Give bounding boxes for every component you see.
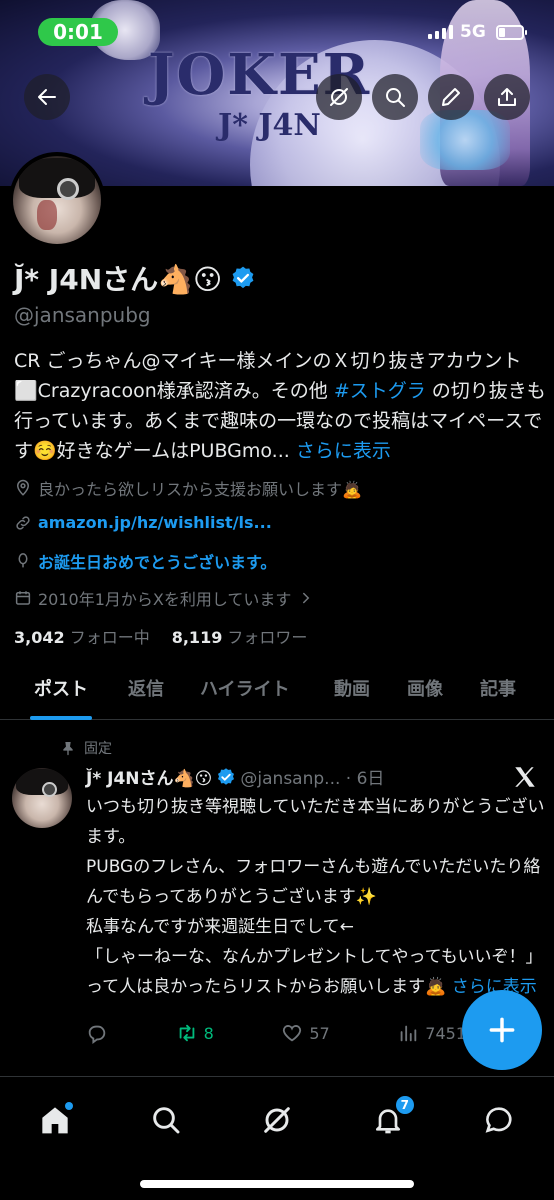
search-icon <box>386 88 405 107</box>
home-indicator <box>140 1180 414 1188</box>
nav-search[interactable] <box>146 1100 186 1140</box>
follow-counts: 3,042 フォロー中 8,119 フォロワー <box>14 624 307 648</box>
views-button[interactable]: 7451 <box>397 1022 466 1044</box>
tab-replies[interactable]: 返信 <box>128 668 164 720</box>
post-actions: 8 57 7451 <box>86 1022 466 1044</box>
plus-icon <box>489 1017 515 1043</box>
followers-link[interactable]: 8,119 フォロワー <box>172 624 308 648</box>
location-pin-icon <box>16 479 30 496</box>
compose-button[interactable] <box>462 990 542 1070</box>
profile-bio: CR ごっちゃん@マイキー様メインのＸ切り抜きアカウント⬜Crazyracoon… <box>14 346 546 466</box>
x-logo-icon <box>515 767 535 787</box>
back-button[interactable] <box>24 74 70 120</box>
profile-website: amazon.jp/hz/wishlist/ls... <box>14 513 272 532</box>
profile-handle: @jansanpubg <box>14 303 151 327</box>
tab-posts[interactable]: ポスト <box>30 668 92 720</box>
joined-text: 2010年1月からXを利用しています <box>38 590 292 609</box>
avatar-image <box>13 156 101 244</box>
status-time: 0:01 <box>38 18 118 46</box>
pinned-indicator: 固定 <box>60 738 112 758</box>
profile-name-text: J̆* J4Nさん🐴😗 <box>14 263 223 296</box>
tab-images[interactable]: 画像 <box>407 668 443 720</box>
post-header: J̆* J4Nさん🐴😗 @jansanp... · 6日 <box>86 764 384 789</box>
profile-name: J̆* J4Nさん🐴😗 <box>14 258 256 298</box>
grok-button[interactable] <box>316 74 362 120</box>
pencil-icon <box>442 88 460 106</box>
pinned-label: 固定 <box>84 741 112 757</box>
share-button[interactable] <box>484 74 530 120</box>
bio-hashtag-link[interactable]: #ストグラ <box>334 380 426 402</box>
heart-icon <box>283 1025 302 1042</box>
followers-label: フォロワー <box>227 628 308 647</box>
location-text: 良かったら欲しリスから支援お願いします🙇 <box>38 480 362 499</box>
nav-notifications[interactable]: 7 <box>368 1094 416 1140</box>
status-bar: 0:01 5G <box>0 0 554 62</box>
profile-avatar[interactable] <box>9 152 105 248</box>
pin-icon <box>63 742 73 756</box>
bottom-nav: 7 <box>0 1080 554 1160</box>
verified-badge-icon <box>218 767 235 785</box>
search-button[interactable] <box>372 74 418 120</box>
home-unread-dot <box>65 1102 74 1110</box>
link-icon <box>16 515 30 530</box>
views-count: 7451 <box>425 1023 466 1043</box>
nav-divider <box>0 1076 554 1077</box>
views-chart-icon <box>400 1025 417 1042</box>
network-label: 5G <box>460 22 486 42</box>
arrow-left-icon <box>38 89 56 105</box>
like-count: 57 <box>309 1023 330 1043</box>
reply-icon <box>88 1025 106 1044</box>
edit-button[interactable] <box>428 74 474 120</box>
grok-icon <box>330 88 348 106</box>
following-link[interactable]: 3,042 フォロー中 <box>14 624 150 648</box>
following-count: 3,042 <box>14 628 65 647</box>
like-button[interactable]: 57 <box>281 1022 330 1044</box>
retweet-icon <box>179 1024 194 1042</box>
nav-messages[interactable] <box>479 1100 519 1140</box>
retweet-count: 8 <box>203 1023 214 1043</box>
post-text: いつも切り抜き等視聴していただき本当にありがとうございます。 PUBGのフレさん… <box>86 797 545 997</box>
profile-location: 良かったら欲しリスから支援お願いします🙇 <box>14 476 362 500</box>
post-body[interactable]: いつも切り抜き等視聴していただき本当にありがとうございます。 PUBGのフレさん… <box>86 792 546 1002</box>
nav-home[interactable] <box>35 1100 75 1140</box>
profile-birthday: お誕生日おめでとうございます。 <box>14 549 276 573</box>
birthday-text[interactable]: お誕生日おめでとうございます。 <box>38 549 276 573</box>
calendar-icon <box>15 591 31 605</box>
banner-logo-sub: J* J4N <box>218 108 321 143</box>
search-icon <box>153 1107 180 1134</box>
following-label: フォロー中 <box>69 628 150 647</box>
balloon-icon <box>18 553 28 568</box>
post-handle-time: @jansanp... · 6日 <box>240 769 385 789</box>
profile-tabs: ポスト 返信 ハイライト 動画 画像 記事 <box>0 668 554 720</box>
battery-icon <box>496 25 527 40</box>
notifications-badge: 7 <box>393 1094 416 1116</box>
chevron-right-icon <box>303 592 310 604</box>
tab-highlights[interactable]: ハイライト <box>200 668 290 720</box>
website-link[interactable]: amazon.jp/hz/wishlist/ls... <box>38 513 272 532</box>
reply-button[interactable] <box>86 1022 108 1044</box>
signal-icon <box>428 25 453 39</box>
post-avatar[interactable] <box>12 768 72 828</box>
profile-joined[interactable]: 2010年1月からXを利用しています <box>14 586 315 610</box>
share-icon <box>498 88 516 106</box>
bio-show-more-link[interactable]: さらに表示 <box>296 440 391 462</box>
grok-icon <box>264 1107 290 1133</box>
chat-bubble-icon <box>485 1107 512 1133</box>
tab-videos[interactable]: 動画 <box>334 668 370 720</box>
followers-count: 8,119 <box>171 628 223 647</box>
verified-badge-icon <box>232 266 254 289</box>
banner-crystal <box>420 110 510 170</box>
retweet-button[interactable]: 8 <box>176 1022 214 1044</box>
tab-articles[interactable]: 記事 <box>480 668 516 720</box>
post-author-name[interactable]: J̆* J4Nさん🐴😗 <box>86 764 212 789</box>
nav-grok[interactable] <box>257 1100 297 1140</box>
